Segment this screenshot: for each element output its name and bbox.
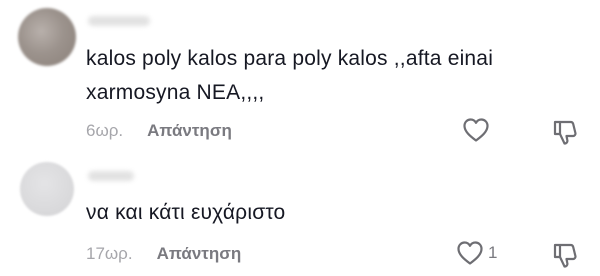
comment-text-line: xarmosyna NEA,,,,: [86, 81, 265, 104]
reply-button[interactable]: Απάντηση: [147, 121, 232, 141]
like-button[interactable]: 1: [456, 240, 497, 266]
comment-text: kalos poly kalos para poly kalos ,,afta …: [86, 42, 570, 110]
dislike-button[interactable]: [552, 242, 578, 270]
dislike-button[interactable]: [552, 119, 578, 147]
timestamp: 17ωρ.: [86, 244, 133, 263]
heart-outline-icon: [462, 117, 490, 143]
comments-section: ·········· kalos poly kalos para poly ka…: [0, 0, 600, 276]
thumbs-down-icon: [552, 119, 578, 147]
comment-actions: 1: [400, 240, 600, 274]
comment-actions: [400, 117, 600, 151]
thumbs-down-icon: [552, 242, 578, 270]
comment-text: να και κάτι ευχάριστο: [86, 196, 570, 230]
comment-text-line: να και κάτι ευχάριστο: [86, 201, 286, 224]
avatar[interactable]: [20, 162, 74, 216]
timestamp: 6ωρ.: [86, 121, 124, 140]
comment-meta: 17ωρ. Απάντηση: [86, 244, 241, 264]
username[interactable]: ··········: [88, 16, 150, 26]
avatar[interactable]: [18, 8, 76, 66]
comment-item: ······· να και κάτι ευχάριστο 17ωρ. Απάν…: [0, 150, 600, 276]
like-button[interactable]: [462, 117, 494, 143]
heart-outline-icon: [456, 240, 484, 266]
like-count: 1: [488, 243, 498, 262]
comment-item: ·········· kalos poly kalos para poly ka…: [0, 0, 600, 150]
comment-meta: 6ωρ. Απάντηση: [86, 121, 232, 141]
username[interactable]: ·······: [88, 171, 134, 181]
comment-text-line: kalos poly kalos para poly kalos ,,afta …: [86, 47, 494, 70]
reply-button[interactable]: Απάντηση: [157, 244, 242, 264]
